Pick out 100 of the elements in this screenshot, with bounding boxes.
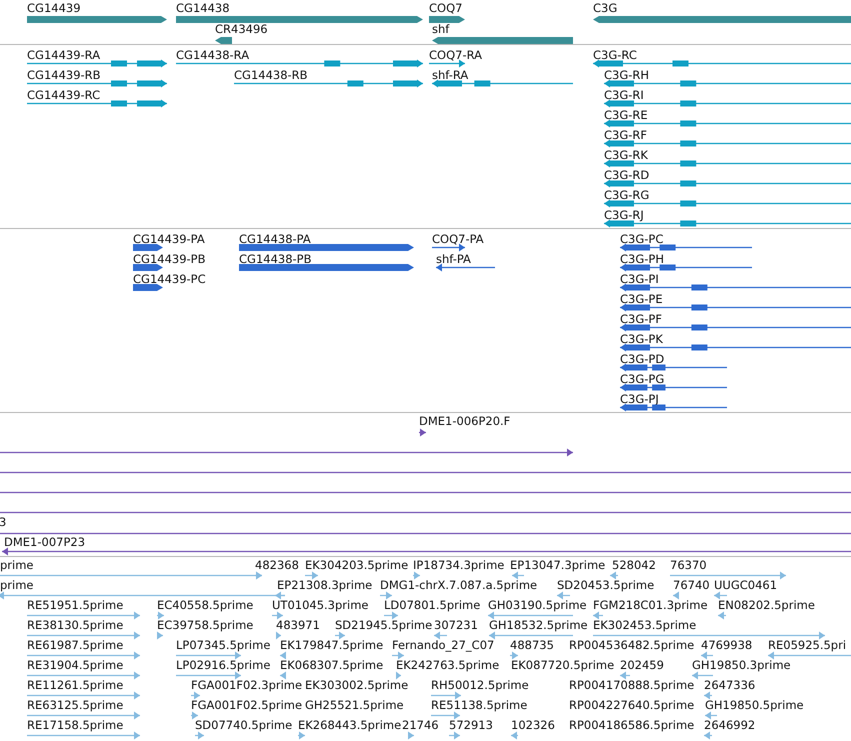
feature-label: FGM218C01.3prime (593, 598, 708, 612)
feature-label: GH19850.5prime (705, 698, 804, 712)
feature-label: IP18734.3prime (413, 558, 504, 572)
feature-label: EN08202.5prime (718, 598, 815, 612)
feature-label: GH03190.5prime (488, 598, 587, 612)
feature-label: C3G-RH (604, 68, 650, 82)
feature-label: 2646992 (704, 718, 756, 732)
feature-label: C3G-PD (620, 352, 664, 366)
feature-label: RE61987.5prime (27, 638, 124, 652)
feature-label: CG14438 (176, 1, 230, 15)
feature-label: RH50012.5prime (431, 678, 529, 692)
feature-label: RE51138.5prime (431, 698, 528, 712)
feature-label: GH25521.5prime (305, 698, 404, 712)
feature-label: CG14438-RB (234, 68, 308, 82)
feature-label: SD21945.5prime (335, 618, 432, 632)
feature-label: EK087720.5prime (511, 658, 614, 672)
feature-label: DMG1-chrX.7.087.a.5prime (380, 578, 538, 592)
feature-label: EK303002.5prime (305, 678, 408, 692)
feature-label: C3G-PI (620, 272, 659, 286)
feature-label: EP21308.3prime (277, 578, 372, 592)
feature-label: C3G-RG (604, 188, 650, 202)
feature-label: CG14439-PA (133, 232, 205, 246)
feature-label: RP004186586.5prime (569, 718, 694, 732)
feature-label: C3G (593, 1, 618, 15)
feature-label: 4769938 (701, 638, 752, 652)
feature-label: CG14438-PB (239, 252, 312, 266)
feature-label: shf (432, 22, 450, 36)
feature-label: SD20453.5prime (557, 578, 654, 592)
feature-label: 572913 (449, 718, 493, 732)
feature-label: RE31904.5prime (27, 658, 124, 672)
feature-label: GH18532.5prime (489, 618, 588, 632)
feature-label: EK302453.5prime (593, 618, 696, 632)
feature-label: C3G-PJ (620, 392, 659, 406)
feature-label: 202459 (620, 658, 664, 672)
feature-label: CG14439 (27, 1, 81, 15)
feature-label: CG14439-RA (27, 48, 100, 62)
feature-label: shf-PA (436, 252, 471, 266)
feature-label: LP02916.5prime (176, 658, 270, 672)
feature-label: shf-RA (432, 68, 468, 82)
feature-label: 482368 (255, 558, 299, 572)
feature-label: RE51951.5prime (27, 598, 124, 612)
feature-label: 3 (0, 515, 6, 529)
feature-label: 2647336 (704, 678, 756, 692)
feature-label: CG14439-RC (27, 88, 100, 102)
feature-label: C3G-PF (620, 312, 662, 326)
feature-label: Fernando_27_C07 (392, 638, 494, 652)
feature-label: 76370 (670, 558, 707, 572)
feature-label: FGA001F02.5prime (191, 698, 302, 712)
feature-label: 483971 (276, 618, 320, 632)
feature-label: 307231 (434, 618, 478, 632)
feature-label: 76740 (673, 578, 710, 592)
feature-label: C3G-PK (620, 332, 663, 346)
feature-label: CG14439-RB (27, 68, 101, 82)
feature-label: CG14439-PC (133, 272, 206, 286)
feature-label: EC40558.5prime (157, 598, 254, 612)
feature-label: C3G-PG (620, 372, 664, 386)
feature-label: COQ7-PA (432, 232, 484, 246)
feature-label: C3G-RE (604, 108, 648, 122)
feature-label: 21746 (402, 718, 439, 732)
feature-label: EK268443.5prime (298, 718, 402, 732)
feature-label: RE63125.5prime (27, 698, 124, 712)
feature-label: UUGC0461 (714, 578, 778, 592)
feature-label: C3G-RD (604, 168, 650, 182)
feature-label: EC39758.5prime (157, 618, 254, 632)
feature-label: C3G-PH (620, 252, 664, 266)
feature-label: COQ7-RA (429, 48, 482, 62)
feature-label: C3G-RJ (604, 208, 644, 222)
feature-label: EK068307.5prime (280, 658, 384, 672)
feature-label: C3G-PE (620, 292, 663, 306)
feature-label: RE38130.5prime (27, 618, 124, 632)
feature-label: DME1-007P23 (4, 535, 86, 549)
feature-label: CG14438-RA (176, 48, 250, 62)
feature-label: UT01045.3prime (272, 598, 368, 612)
feature-label: C3G-RF (604, 128, 648, 142)
feature-label: LP07345.5prime (176, 638, 270, 652)
feature-label: RP004536482.5prime (569, 638, 694, 652)
feature-label: 102326 (511, 718, 555, 732)
feature-label: RP004170888.5prime (569, 678, 694, 692)
feature-label: 528042 (612, 558, 656, 572)
feature-label: C3G-PC (620, 232, 664, 246)
feature-label: DME1-006P20.F (419, 414, 510, 428)
feature-label: GH19850.3prime (692, 658, 791, 672)
feature-label: CG14438-PA (239, 232, 311, 246)
feature-label: C3G-RK (604, 148, 648, 162)
feature-label: C3G-RI (604, 88, 644, 102)
feature-label: prime (0, 558, 34, 572)
feature-label: RP004227640.5prime (569, 698, 694, 712)
feature-label: LD07801.5prime (384, 598, 480, 612)
feature-label: EK304203.5prime (305, 558, 408, 572)
feature-label: prime (0, 578, 34, 592)
feature-label: C3G-RC (593, 48, 637, 62)
feature-label: EK242763.5prime (396, 658, 500, 672)
feature-label: RE17158.5prime (27, 718, 124, 732)
feature-label: RE05925.5pri (768, 638, 846, 652)
feature-label: CG14439-PB (133, 252, 206, 266)
feature-label: EP13047.3prime (510, 558, 606, 572)
feature-label: 488735 (510, 638, 554, 652)
feature-label: RE11261.5prime (27, 678, 124, 692)
feature-label: SD07740.5prime (195, 718, 292, 732)
feature-label: FGA001F02.3prime (191, 678, 302, 692)
